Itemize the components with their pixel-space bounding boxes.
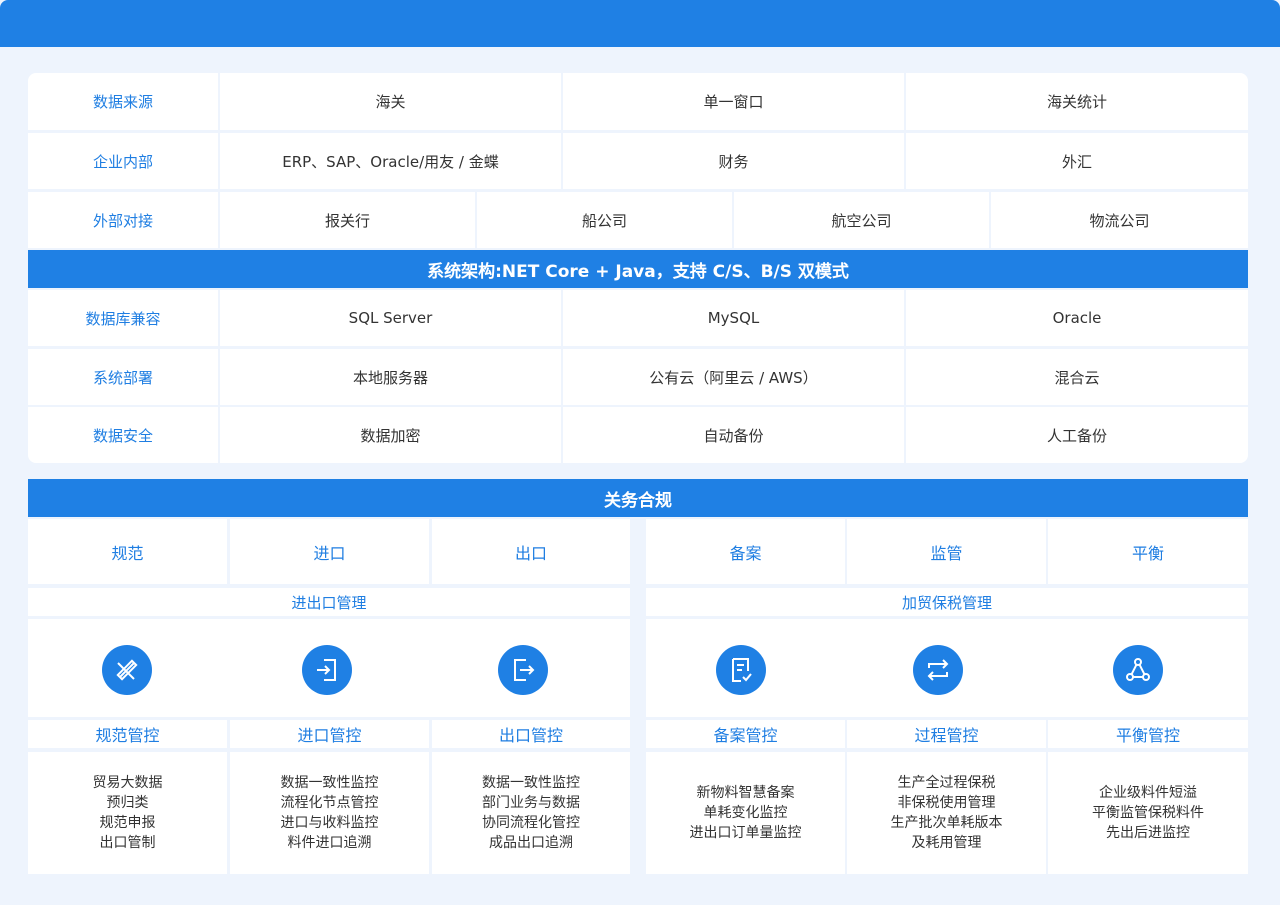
- control-title-filing: 备案管控: [646, 720, 845, 748]
- cell-customs-stats: 海关统计: [906, 73, 1248, 130]
- desc-line: 先出后进监控: [1106, 825, 1190, 841]
- top-header-bar: [0, 0, 1280, 47]
- desc-line: 流程化节点管控: [280, 795, 379, 811]
- group-import-export-mgmt: 进出口管理: [28, 588, 630, 616]
- control-title-process: 过程管控: [847, 720, 1046, 748]
- row-label-deployment: 系统部署: [28, 349, 218, 405]
- control-title-standard: 规范管控: [28, 720, 227, 748]
- desc-line: 成品出口追溯: [489, 835, 573, 851]
- document-check-icon: [716, 645, 766, 695]
- cell-encryption: 数据加密: [220, 407, 561, 463]
- cell-logistics: 物流公司: [991, 192, 1248, 248]
- desc-line: 规范申报: [99, 815, 156, 831]
- compliance-banner: 关务合规: [28, 479, 1248, 517]
- desc-line: 出口管制: [99, 835, 156, 851]
- cycle-arrows-icon: [913, 645, 963, 695]
- cell-shipping: 船公司: [477, 192, 732, 248]
- architecture-banner: 系统架构:NET Core + Java，支持 C/S、B/S 双模式: [28, 250, 1248, 288]
- control-desc-standard: 贸易大数据 预归类 规范申报 出口管制: [28, 752, 227, 874]
- desc-line: 部门业务与数据: [482, 795, 580, 811]
- cell-auto-backup: 自动备份: [563, 407, 904, 463]
- category-filing: 备案: [646, 519, 845, 584]
- desc-line: 贸易大数据: [92, 775, 163, 791]
- cell-hybrid-cloud: 混合云: [906, 349, 1248, 405]
- cell-mysql: MySQL: [563, 290, 904, 346]
- cell-airline: 航空公司: [734, 192, 989, 248]
- desc-line: 非保税使用管理: [897, 795, 996, 811]
- cell-customs-broker: 报关行: [220, 192, 475, 248]
- network-triangle-icon: [1113, 645, 1163, 695]
- desc-line: 预归类: [106, 795, 149, 811]
- category-balance: 平衡: [1048, 519, 1248, 584]
- row-label-database: 数据库兼容: [28, 290, 218, 346]
- row-label-security: 数据安全: [28, 407, 218, 463]
- desc-line: 协同流程化管控: [482, 815, 580, 831]
- export-icon: [498, 645, 548, 695]
- desc-line: 生产批次单耗版本: [890, 815, 1003, 831]
- control-desc-process: 生产全过程保税 非保税使用管理 生产批次单耗版本 及耗用管理: [847, 752, 1046, 874]
- desc-line: 生产全过程保税: [897, 775, 996, 791]
- category-supervision: 监管: [847, 519, 1046, 584]
- row-label-data-source: 数据来源: [28, 73, 218, 130]
- desc-line: 数据一致性监控: [482, 775, 580, 791]
- cell-customs: 海关: [220, 73, 561, 130]
- desc-line: 进出口订单量监控: [689, 825, 802, 841]
- import-icon: [302, 645, 352, 695]
- data-sources-panel: 数据来源 海关 单一窗口 海关统计 企业内部 ERP、SAP、Oracle/用友…: [28, 73, 1248, 463]
- desc-line: 单耗变化监控: [703, 805, 788, 821]
- cell-single-window: 单一窗口: [563, 73, 904, 130]
- desc-line: 进口与收料监控: [280, 815, 379, 831]
- row-label-internal: 企业内部: [28, 133, 218, 189]
- cell-forex: 外汇: [906, 133, 1248, 189]
- desc-line: 数据一致性监控: [280, 775, 379, 791]
- desc-line: 料件进口追溯: [287, 835, 372, 851]
- cell-manual-backup: 人工备份: [906, 407, 1248, 463]
- row-label-external: 外部对接: [28, 192, 218, 248]
- control-desc-filing: 新物料智慧备案 单耗变化监控 进出口订单量监控: [646, 752, 845, 874]
- cell-oracle: Oracle: [906, 290, 1248, 346]
- control-title-export: 出口管控: [432, 720, 630, 748]
- desc-line: 企业级料件短溢: [1099, 785, 1197, 801]
- desc-line: 及耗用管理: [911, 835, 982, 851]
- pencil-ruler-icon: [102, 645, 152, 695]
- desc-line: 新物料智慧备案: [696, 785, 795, 801]
- cell-sqlserver: SQL Server: [220, 290, 561, 346]
- cell-finance: 财务: [563, 133, 904, 189]
- control-title-import: 进口管控: [230, 720, 429, 748]
- cell-erp: ERP、SAP、Oracle/用友 / 金蝶: [220, 133, 561, 189]
- category-standard: 规范: [28, 519, 227, 584]
- cell-local-server: 本地服务器: [220, 349, 561, 405]
- category-export: 出口: [432, 519, 630, 584]
- control-desc-export: 数据一致性监控 部门业务与数据 协同流程化管控 成品出口追溯: [432, 752, 630, 874]
- desc-line: 平衡监管保税料件: [1092, 805, 1204, 821]
- category-import: 进口: [230, 519, 429, 584]
- control-desc-balance: 企业级料件短溢 平衡监管保税料件 先出后进监控: [1048, 752, 1248, 874]
- cell-public-cloud: 公有云（阿里云 / AWS）: [563, 349, 904, 405]
- control-desc-import: 数据一致性监控 流程化节点管控 进口与收料监控 料件进口追溯: [230, 752, 429, 874]
- control-title-balance: 平衡管控: [1048, 720, 1248, 748]
- group-bonded-mgmt: 加贸保税管理: [646, 588, 1248, 616]
